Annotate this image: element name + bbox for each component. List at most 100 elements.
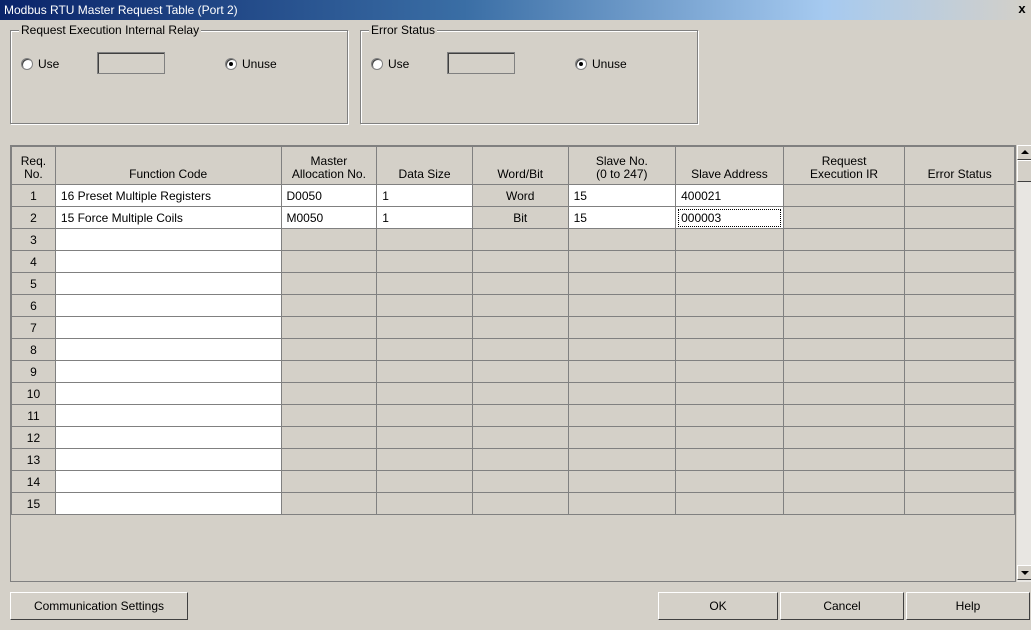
table-cell[interactable] <box>675 448 784 471</box>
table-cell[interactable]: 15 <box>567 184 677 207</box>
table-cell[interactable] <box>280 470 378 493</box>
table-cell[interactable] <box>567 382 677 405</box>
table-cell[interactable] <box>904 184 1015 207</box>
table-cell[interactable]: 400021 <box>675 184 784 207</box>
table-cell[interactable] <box>782 206 906 229</box>
table-cell[interactable] <box>280 250 378 273</box>
table-cell[interactable] <box>675 250 784 273</box>
table-cell[interactable] <box>54 228 282 251</box>
table-cell[interactable] <box>280 360 378 383</box>
ok-button[interactable]: OK <box>658 592 778 620</box>
table-cell[interactable] <box>904 360 1015 383</box>
table-cell[interactable] <box>675 360 784 383</box>
table-cell[interactable] <box>471 316 569 339</box>
table-cell[interactable] <box>376 360 473 383</box>
scroll-down-button[interactable] <box>1017 565 1031 580</box>
table-vertical-scrollbar[interactable] <box>1016 145 1031 582</box>
table-cell[interactable] <box>904 316 1015 339</box>
table-cell[interactable]: M0050 <box>280 206 378 229</box>
table-cell[interactable] <box>782 272 906 295</box>
error-status-use-radio[interactable]: Use <box>371 57 409 71</box>
table-cell[interactable] <box>904 206 1015 229</box>
table-cell[interactable] <box>376 250 473 273</box>
table-cell[interactable]: 1 <box>376 206 473 229</box>
table-cell[interactable] <box>376 316 473 339</box>
table-cell[interactable] <box>376 492 473 515</box>
table-cell[interactable] <box>376 294 473 317</box>
table-cell[interactable] <box>376 426 473 449</box>
table-cell[interactable] <box>54 316 282 339</box>
table-cell[interactable] <box>376 382 473 405</box>
table-cell[interactable] <box>567 272 677 295</box>
table-cell[interactable] <box>54 294 282 317</box>
table-cell[interactable] <box>471 360 569 383</box>
table-cell[interactable] <box>782 360 906 383</box>
table-cell[interactable] <box>675 272 784 295</box>
table-cell[interactable] <box>782 382 906 405</box>
table-cell[interactable] <box>471 294 569 317</box>
table-cell[interactable] <box>54 360 282 383</box>
table-cell[interactable] <box>471 404 569 427</box>
cancel-button[interactable]: Cancel <box>780 592 904 620</box>
table-cell[interactable] <box>376 448 473 471</box>
table-cell[interactable] <box>471 272 569 295</box>
table-cell[interactable] <box>675 338 784 361</box>
table-cell[interactable] <box>376 404 473 427</box>
table-cell[interactable] <box>782 470 906 493</box>
table-cell[interactable] <box>904 338 1015 361</box>
table-cell[interactable] <box>280 404 378 427</box>
table-cell[interactable] <box>782 294 906 317</box>
table-cell[interactable] <box>904 228 1015 251</box>
table-cell[interactable]: D0050 <box>280 184 378 207</box>
table-cell[interactable] <box>675 316 784 339</box>
scroll-thumb[interactable] <box>1017 160 1031 182</box>
table-cell[interactable] <box>280 338 378 361</box>
table-cell[interactable] <box>471 470 569 493</box>
table-cell[interactable] <box>471 382 569 405</box>
table-cell[interactable] <box>471 338 569 361</box>
table-cell[interactable] <box>904 382 1015 405</box>
table-cell[interactable] <box>567 492 677 515</box>
table-cell[interactable] <box>675 470 784 493</box>
table-cell[interactable] <box>54 272 282 295</box>
table-cell[interactable] <box>675 382 784 405</box>
table-cell[interactable] <box>904 492 1015 515</box>
table-cell[interactable]: 16 Preset Multiple Registers <box>54 184 282 207</box>
table-cell[interactable] <box>567 228 677 251</box>
table-cell[interactable] <box>782 250 906 273</box>
error-status-address-input[interactable] <box>447 52 515 74</box>
table-cell[interactable] <box>567 404 677 427</box>
communication-settings-button[interactable]: Communication Settings <box>10 592 188 620</box>
table-cell[interactable] <box>675 492 784 515</box>
table-cell[interactable] <box>567 250 677 273</box>
table-cell[interactable]: 15 Force Multiple Coils <box>54 206 282 229</box>
table-cell[interactable]: 000003 <box>675 206 784 229</box>
table-cell[interactable] <box>567 338 677 361</box>
table-cell[interactable] <box>280 426 378 449</box>
table-cell[interactable] <box>471 228 569 251</box>
table-cell[interactable] <box>54 470 282 493</box>
table-cell[interactable] <box>280 294 378 317</box>
table-cell[interactable] <box>904 404 1015 427</box>
table-cell[interactable] <box>280 448 378 471</box>
table-cell[interactable] <box>54 448 282 471</box>
table-cell[interactable]: Word <box>471 184 569 207</box>
table-cell[interactable] <box>675 426 784 449</box>
table-cell[interactable] <box>567 360 677 383</box>
table-cell[interactable] <box>904 426 1015 449</box>
help-button[interactable]: Help <box>906 592 1030 620</box>
table-cell[interactable] <box>782 492 906 515</box>
table-cell[interactable] <box>782 448 906 471</box>
table-cell[interactable] <box>675 294 784 317</box>
table-cell[interactable] <box>782 338 906 361</box>
request-relay-unuse-radio[interactable]: Unuse <box>225 57 277 71</box>
table-cell[interactable] <box>675 404 784 427</box>
table-cell[interactable] <box>280 316 378 339</box>
table-cell[interactable] <box>280 272 378 295</box>
table-cell[interactable] <box>782 404 906 427</box>
table-cell[interactable] <box>54 338 282 361</box>
table-cell[interactable] <box>280 228 378 251</box>
table-cell[interactable]: 1 <box>376 184 473 207</box>
table-cell[interactable] <box>376 228 473 251</box>
table-cell[interactable] <box>280 382 378 405</box>
